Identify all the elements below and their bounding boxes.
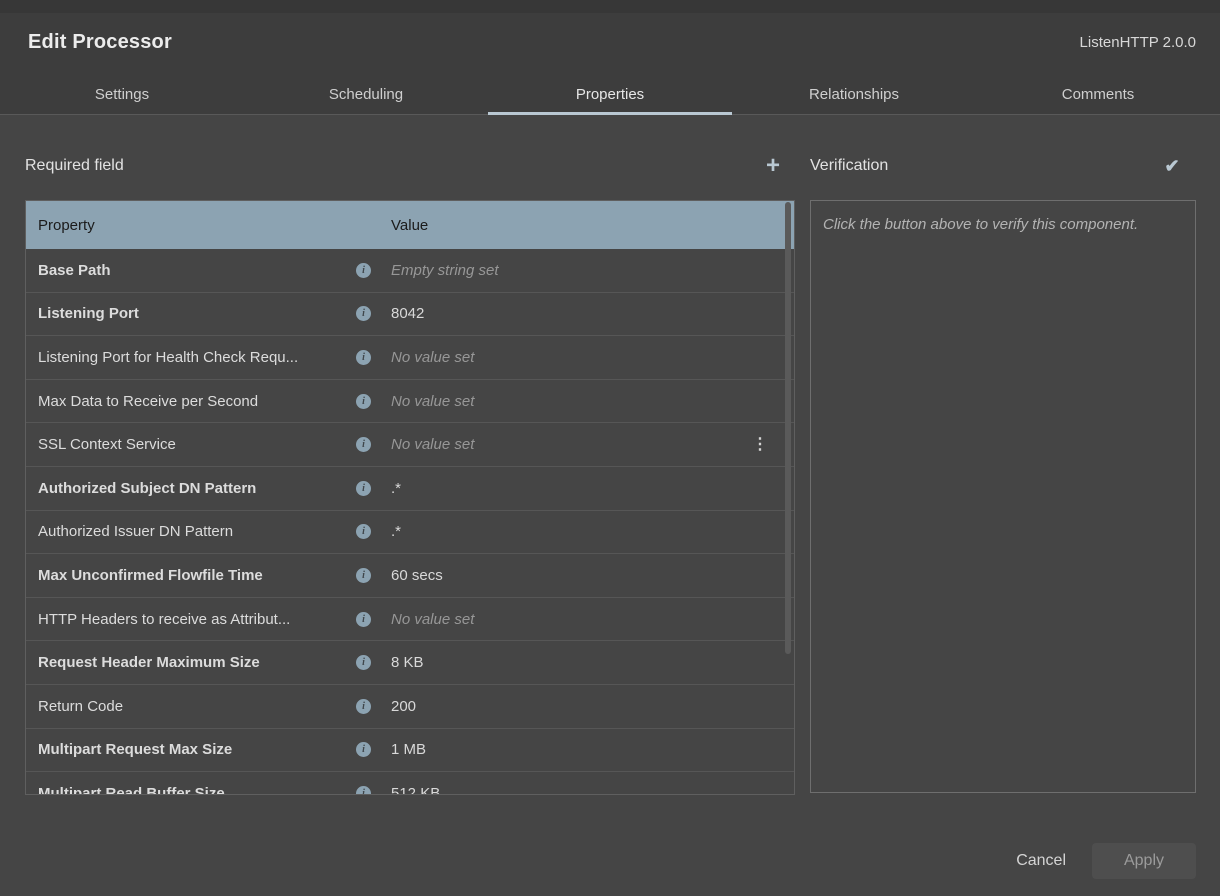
processor-version: ListenHTTP 2.0.0 (1080, 34, 1196, 51)
more-options-icon[interactable]: ⋮ (752, 437, 768, 453)
info-icon: i (356, 568, 371, 583)
info-icon: i (356, 350, 371, 365)
tab-settings[interactable]: Settings (0, 75, 244, 114)
info-icon: i (356, 481, 371, 496)
table-row[interactable]: Max Unconfirmed Flowfile Timei60 secs (26, 554, 794, 598)
table-row[interactable]: Authorized Issuer DN Patterni.* (26, 511, 794, 555)
property-name: Return Code (38, 698, 356, 715)
verification-panel: Click the button above to verify this co… (810, 200, 1196, 793)
table-row[interactable]: Return Codei200 (26, 685, 794, 729)
table-row[interactable]: SSL Context ServiceiNo value set⋮ (26, 423, 794, 467)
dialog-body: Required field + Verification ✔ Property… (0, 115, 1220, 896)
column-header-value: Value (372, 217, 794, 234)
table-row[interactable]: Multipart Request Max Sizei1 MB (26, 729, 794, 773)
table-row[interactable]: Listening Porti8042 (26, 293, 794, 337)
table-row[interactable]: Multipart Read Buffer Sizei512 KB (26, 772, 794, 795)
table-row[interactable]: HTTP Headers to receive as Attribut...iN… (26, 598, 794, 642)
property-name: Max Data to Receive per Second (38, 393, 356, 410)
property-value[interactable]: No value set (372, 349, 794, 366)
property-value[interactable]: .* (372, 523, 794, 540)
table-row[interactable]: Request Header Maximum Sizei8 KB (26, 641, 794, 685)
property-value[interactable]: 8042 (372, 305, 794, 322)
tab-properties[interactable]: Properties (488, 75, 732, 114)
properties-table: Property Value Base PathiEmpty string se… (25, 200, 795, 795)
property-name: Multipart Request Max Size (38, 741, 356, 758)
table-row[interactable]: Base PathiEmpty string set (26, 249, 794, 293)
column-header-property: Property (38, 217, 356, 234)
tab-scheduling[interactable]: Scheduling (244, 75, 488, 114)
verify-component-button[interactable]: ✔ (1158, 148, 1186, 184)
property-name: Authorized Issuer DN Pattern (38, 523, 356, 540)
table-row[interactable]: Max Data to Receive per SecondiNo value … (26, 380, 794, 424)
info-icon: i (356, 394, 371, 409)
dialog-footer: Cancel Apply (1014, 843, 1196, 879)
info-icon: i (356, 786, 371, 795)
property-value[interactable]: 512 KB (372, 785, 794, 795)
properties-section-title: Required field (25, 148, 124, 184)
edit-processor-dialog: Edit Processor ListenHTTP 2.0.0 Settings… (0, 13, 1220, 896)
info-icon: i (356, 699, 371, 714)
apply-button[interactable]: Apply (1092, 843, 1196, 879)
info-icon: i (356, 742, 371, 757)
table-row[interactable]: Listening Port for Health Check Requ...i… (26, 336, 794, 380)
property-name: Listening Port for Health Check Requ... (38, 349, 356, 366)
dialog-title: Edit Processor (28, 31, 172, 54)
property-value[interactable]: 60 secs (372, 567, 794, 584)
property-name: Base Path (38, 262, 356, 279)
add-property-button[interactable]: + (760, 148, 786, 184)
property-name: Authorized Subject DN Pattern (38, 480, 356, 497)
tab-comments[interactable]: Comments (976, 75, 1220, 114)
property-name: Max Unconfirmed Flowfile Time (38, 567, 356, 584)
verification-message: Click the button above to verify this co… (823, 213, 1183, 237)
dialog-header: Edit Processor ListenHTTP 2.0.0 Settings… (0, 13, 1220, 115)
property-value[interactable]: 200 (372, 698, 794, 715)
property-name: Multipart Read Buffer Size (38, 785, 356, 795)
info-icon: i (356, 306, 371, 321)
table-row[interactable]: Authorized Subject DN Patterni.* (26, 467, 794, 511)
cancel-button[interactable]: Cancel (1014, 844, 1068, 878)
property-value[interactable]: No value set (372, 393, 794, 410)
property-value[interactable]: No value set (372, 611, 794, 628)
dialog-header-top: Edit Processor ListenHTTP 2.0.0 (0, 13, 1220, 54)
tab-bar: SettingsSchedulingPropertiesRelationship… (0, 75, 1220, 115)
verification-section-title: Verification (810, 148, 888, 184)
table-scrollbar[interactable] (785, 202, 791, 654)
property-name: Request Header Maximum Size (38, 654, 356, 671)
property-value[interactable]: .* (372, 480, 794, 497)
tab-relationships[interactable]: Relationships (732, 75, 976, 114)
property-value[interactable]: No value set (372, 436, 794, 453)
info-icon: i (356, 612, 371, 627)
property-name: SSL Context Service (38, 436, 356, 453)
info-icon: i (356, 437, 371, 452)
property-value[interactable]: Empty string set (372, 262, 794, 279)
property-name: Listening Port (38, 305, 356, 322)
check-icon: ✔ (1164, 156, 1179, 177)
info-icon: i (356, 524, 371, 539)
plus-icon: + (766, 152, 780, 180)
info-icon: i (356, 263, 371, 278)
property-name: HTTP Headers to receive as Attribut... (38, 611, 356, 628)
info-icon: i (356, 655, 371, 670)
property-value[interactable]: 8 KB (372, 654, 794, 671)
properties-table-body: Base PathiEmpty string setListening Port… (26, 249, 794, 795)
properties-table-header: Property Value (26, 201, 794, 249)
property-value[interactable]: 1 MB (372, 741, 794, 758)
